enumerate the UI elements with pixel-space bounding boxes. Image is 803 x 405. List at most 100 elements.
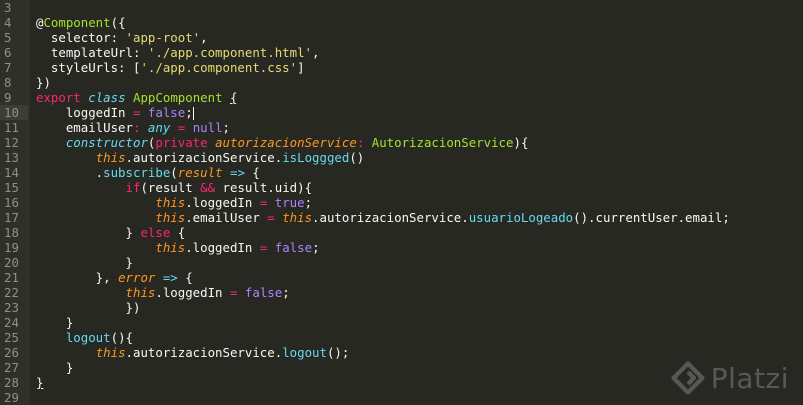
code-text[interactable]: this.loggedIn = false; bbox=[36, 285, 290, 300]
code-token: constructor bbox=[65, 135, 148, 150]
code-token: usuarioLogeado bbox=[468, 210, 574, 225]
line-number: 14 bbox=[4, 165, 19, 180]
line-number: 10 bbox=[0, 105, 28, 120]
code-line[interactable]: 14 .subscribe(result => { bbox=[0, 165, 803, 180]
code-text[interactable]: selector: 'app-root', bbox=[36, 30, 208, 45]
line-number: 3 bbox=[4, 0, 12, 15]
code-line[interactable]: 16 this.loggedIn = true; bbox=[0, 195, 803, 210]
code-line[interactable]: 20 } bbox=[0, 255, 803, 270]
code-text[interactable]: @Component({ bbox=[36, 15, 126, 30]
code-token: { bbox=[170, 225, 186, 240]
code-line[interactable]: 7 styleUrls: ['./app.component.css'] bbox=[0, 60, 803, 75]
code-token: .autorizacionService. bbox=[125, 345, 283, 360]
code-line[interactable]: 10 loggedIn = false; bbox=[0, 105, 803, 120]
code-text[interactable]: this.autorizacionService.logout(); bbox=[36, 345, 350, 360]
code-text[interactable]: }) bbox=[36, 75, 51, 90]
code-text[interactable]: .subscribe(result => { bbox=[36, 165, 260, 180]
code-token: autorizacionService bbox=[215, 135, 357, 150]
code-line[interactable]: 6 templateUrl: './app.component.html', bbox=[0, 45, 803, 60]
code-line[interactable]: 15 if(result && result.uid){ bbox=[0, 180, 803, 195]
code-text[interactable]: }) bbox=[36, 300, 141, 315]
code-token: any bbox=[147, 120, 171, 135]
code-token: AppComponent bbox=[133, 90, 223, 105]
code-token: this bbox=[282, 210, 313, 225]
code-line[interactable]: 11 emailUser: any = null; bbox=[0, 120, 803, 135]
line-number: 9 bbox=[4, 90, 12, 105]
code-token: true bbox=[274, 195, 305, 210]
line-number: 21 bbox=[4, 270, 19, 285]
code-line[interactable]: 12 constructor(private autorizacionServi… bbox=[0, 135, 803, 150]
code-text[interactable]: this.loggedIn = false; bbox=[36, 240, 319, 255]
code-text[interactable]: this.loggedIn = true; bbox=[36, 195, 312, 210]
code-line[interactable]: 8}) bbox=[0, 75, 803, 90]
code-text[interactable]: if(result && result.uid){ bbox=[36, 180, 313, 195]
code-text[interactable]: } bbox=[36, 255, 133, 270]
code-text[interactable]: } bbox=[36, 360, 73, 375]
code-text[interactable]: } else { bbox=[36, 225, 186, 240]
line-number: 7 bbox=[4, 60, 12, 75]
line-number: 8 bbox=[4, 75, 12, 90]
code-line[interactable]: 5 selector: 'app-root', bbox=[0, 30, 803, 45]
code-text[interactable]: logout(){ bbox=[36, 330, 133, 345]
line-number: 16 bbox=[4, 195, 19, 210]
code-line[interactable]: 26 this.autorizacionService.logout(); bbox=[0, 345, 803, 360]
line-number: 18 bbox=[4, 225, 19, 240]
code-text[interactable]: templateUrl: './app.component.html', bbox=[36, 45, 320, 60]
code-token: './app.component.css' bbox=[140, 60, 298, 75]
code-token: private bbox=[155, 135, 208, 150]
code-text[interactable]: emailUser: any = null; bbox=[36, 120, 230, 135]
line-number: 15 bbox=[4, 180, 19, 195]
code-token: 'app-root' bbox=[125, 30, 201, 45]
code-line[interactable]: 23 }) bbox=[0, 300, 803, 315]
code-line[interactable]: 19 this.loggedIn = false; bbox=[0, 240, 803, 255]
code-token: this bbox=[155, 210, 186, 225]
code-text[interactable]: export class AppComponent { bbox=[36, 90, 237, 105]
code-token: logout bbox=[282, 345, 327, 360]
code-token: ({ bbox=[110, 15, 126, 30]
code-line[interactable]: 13 this.autorizacionService.isLoggged() bbox=[0, 150, 803, 165]
code-token: error bbox=[118, 270, 156, 285]
code-editor[interactable]: 3 4 @Component({5 selector: 'app-root', 6 t… bbox=[0, 0, 803, 405]
code-line[interactable]: 4 @Component({ bbox=[0, 15, 803, 30]
code-token: } bbox=[36, 225, 141, 240]
code-text[interactable]: } bbox=[36, 375, 43, 390]
code-token: result bbox=[177, 165, 223, 180]
code-token: => bbox=[229, 165, 245, 180]
code-token: templateUrl: bbox=[36, 45, 148, 60]
code-text[interactable]: constructor(private autorizacionService:… bbox=[36, 135, 529, 150]
code-text[interactable]: loggedIn = false; bbox=[36, 105, 194, 120]
code-token: } bbox=[36, 315, 74, 330]
code-token: this bbox=[95, 345, 126, 360]
code-text[interactable]: } bbox=[36, 315, 73, 330]
code-token: .loggedIn bbox=[185, 240, 260, 255]
code-line[interactable]: 24 } bbox=[0, 315, 803, 330]
code-text[interactable]: styleUrls: ['./app.component.css'] bbox=[36, 60, 305, 75]
code-text[interactable]: this.autorizacionService.isLoggged() bbox=[36, 150, 365, 165]
code-line[interactable]: 17 this.emailUser = this.autorizacionSer… bbox=[0, 210, 803, 225]
line-number: 25 bbox=[4, 330, 19, 345]
code-line[interactable]: 22 this.loggedIn = false; bbox=[0, 285, 803, 300]
code-line[interactable]: 9 export class AppComponent { bbox=[0, 90, 803, 105]
code-token: .loggedIn bbox=[155, 285, 230, 300]
code-token: { bbox=[230, 90, 238, 105]
code-token: ; bbox=[185, 105, 193, 120]
line-number: 29 bbox=[4, 390, 19, 405]
code-token: export bbox=[36, 90, 81, 105]
code-line[interactable]: 25 logout(){ bbox=[0, 330, 803, 345]
code-line[interactable]: 18 } else { bbox=[0, 225, 803, 240]
code-text[interactable]: this.emailUser = this.autorizacionServic… bbox=[36, 210, 729, 225]
code-token: .autorizacionService. bbox=[125, 150, 283, 165]
code-token: . bbox=[36, 165, 104, 180]
code-text[interactable]: }, error => { bbox=[36, 270, 193, 285]
code-token: this bbox=[125, 285, 156, 300]
line-number: 13 bbox=[4, 150, 19, 165]
code-line[interactable]: 21 }, error => { bbox=[0, 270, 803, 285]
code-line[interactable]: 3 bbox=[0, 0, 803, 15]
code-token: } bbox=[36, 360, 74, 375]
